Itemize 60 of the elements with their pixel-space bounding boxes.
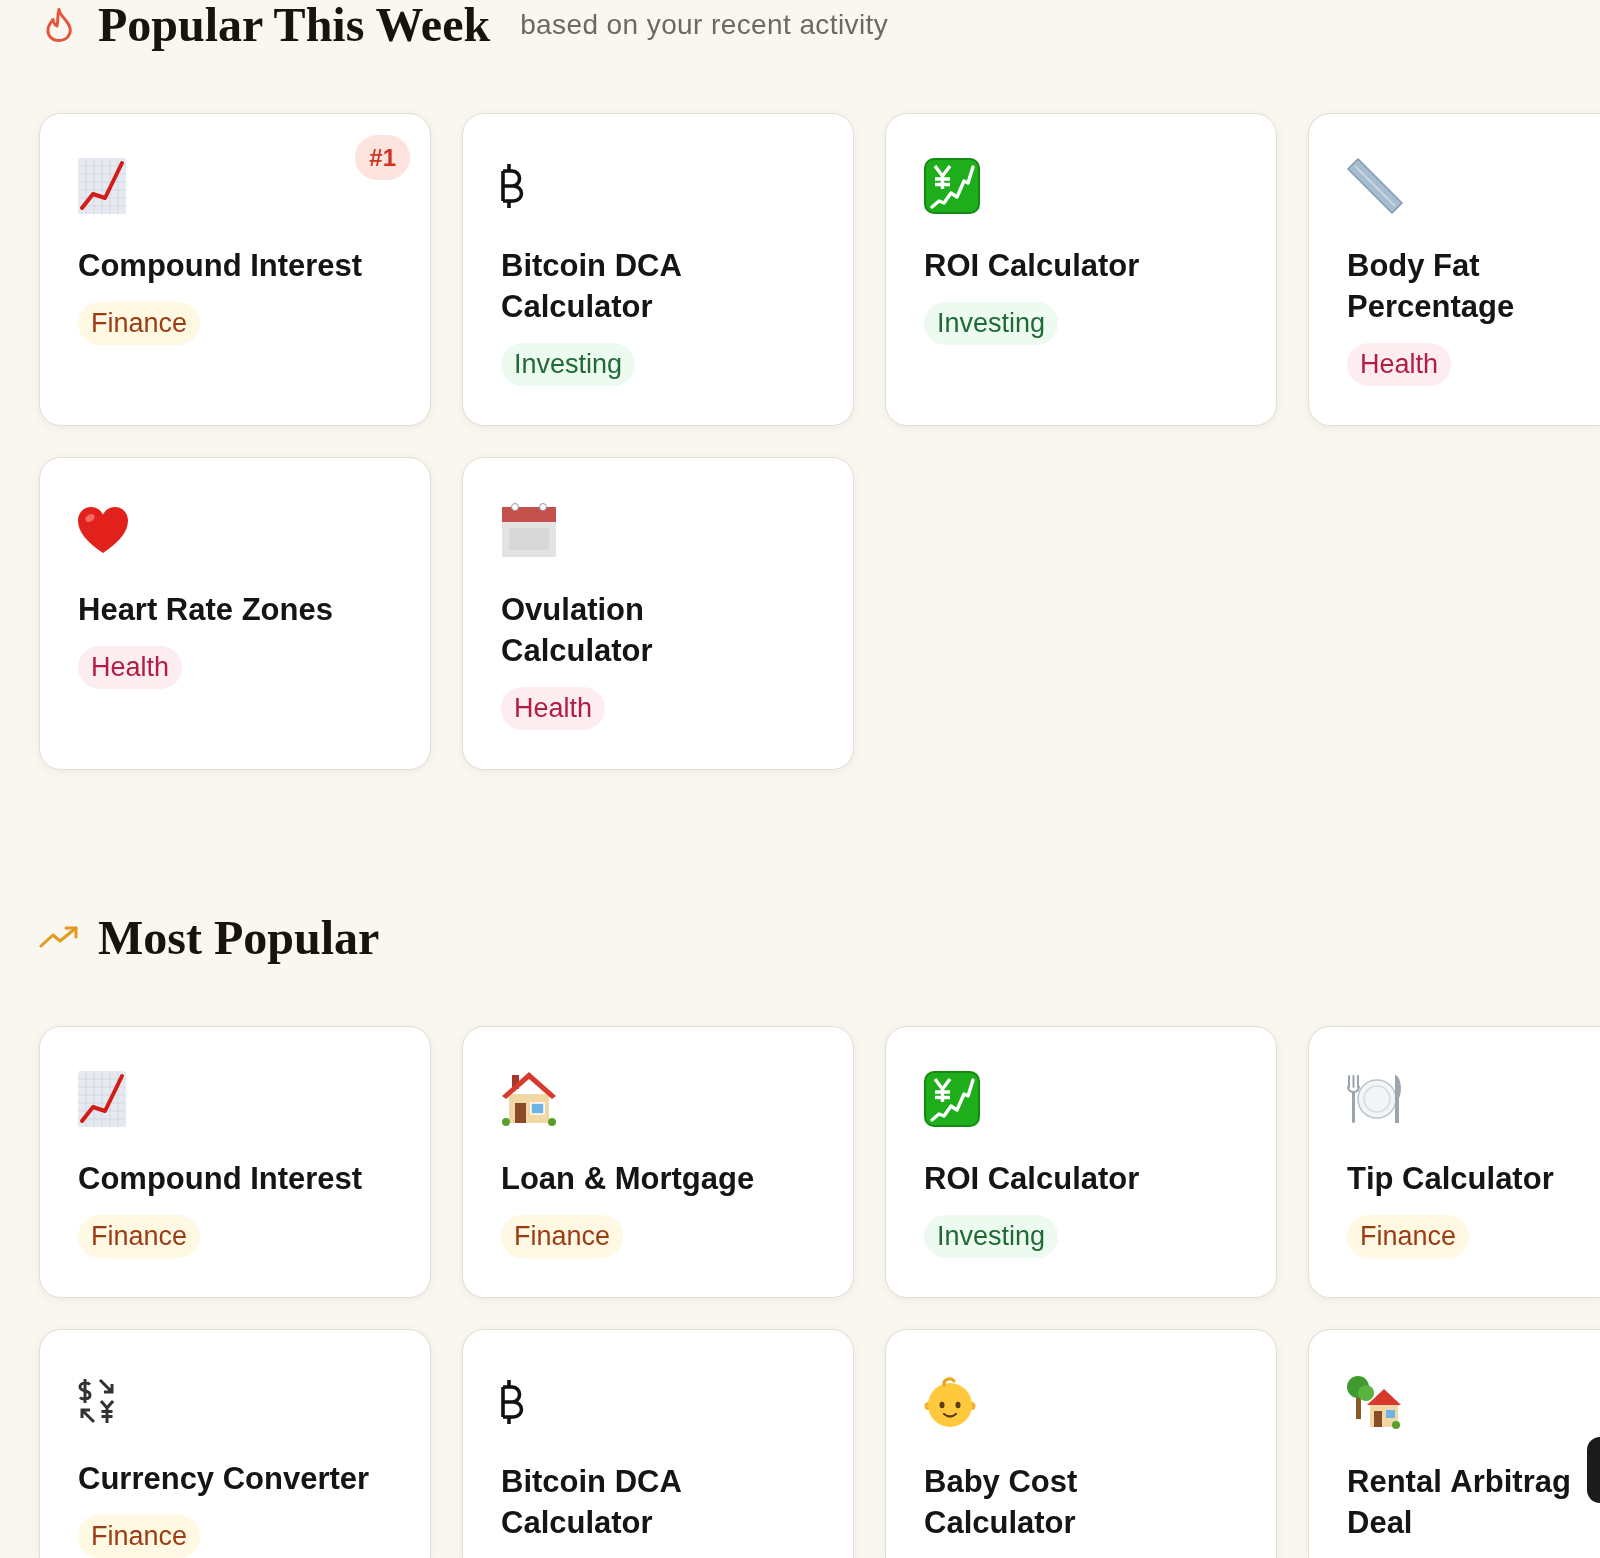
category-tag: Health (501, 687, 606, 730)
category-tag: Health (1347, 343, 1452, 386)
bitcoin-symbol-icon (501, 1379, 524, 1425)
card-title: Compound Interest (78, 248, 363, 283)
heart-icon (78, 507, 128, 553)
card-title: Rental Arbitrag Deal (1347, 1464, 1571, 1540)
flame-icon (46, 7, 72, 42)
calculator-card[interactable]: ROI Calculator Investing (885, 1026, 1277, 1298)
calculator-card[interactable]: Bitcoin DCA Calculator (462, 1329, 854, 1558)
section-heading: Popular This Week (98, 0, 491, 51)
card-title: Heart Rate Zones (78, 592, 333, 627)
card-title: Tip Calculator (1347, 1161, 1554, 1196)
category-tag: Finance (1347, 1215, 1470, 1258)
trending-up-icon (39, 926, 79, 949)
category-tag: Investing (924, 1215, 1059, 1258)
calculator-card[interactable]: Heart Rate Zones Health (39, 457, 431, 770)
card-title: Ovulation Calculator (501, 592, 653, 668)
card-title: Bitcoin DCA Calculator (501, 1464, 682, 1540)
calculator-card[interactable]: Compound Interest Finance #1 (39, 113, 431, 426)
calendar-icon (501, 502, 557, 558)
category-tag: Finance (78, 302, 201, 345)
rank-badge: #1 (355, 135, 410, 180)
floating-round-button[interactable] (1587, 1437, 1600, 1503)
calculator-card[interactable]: Ovulation Calculator Health (462, 457, 854, 770)
card-title: Baby Cost Calculator (924, 1464, 1078, 1540)
section-heading: Most Popular (98, 911, 380, 964)
calculator-card[interactable]: Body Fat Percentage Health (1308, 113, 1600, 426)
category-tag: Finance (78, 1215, 201, 1258)
card-title: ROI Calculator (924, 1161, 1140, 1196)
card-title: Compound Interest (78, 1161, 363, 1196)
ruler-icon (1347, 158, 1403, 214)
currency-exchange-icon (78, 1376, 114, 1425)
bitcoin-symbol-icon (501, 163, 524, 209)
rising-chart-icon (78, 1071, 126, 1127)
section-subtitle: based on your recent activity (520, 8, 889, 41)
calculator-card[interactable]: Loan & Mortgage Finance (462, 1026, 854, 1298)
plate-with-fork-and-knife-icon (1347, 1074, 1403, 1124)
card-title: ROI Calculator (924, 248, 1140, 283)
calculator-card[interactable]: Bitcoin DCA Calculator Investing (462, 113, 854, 426)
category-tag: Investing (924, 302, 1059, 345)
calculator-card[interactable]: ROI Calculator Investing (885, 113, 1277, 426)
house-icon (501, 1072, 557, 1126)
category-tag: Health (78, 646, 183, 689)
calculator-card[interactable]: Tip Calculator Finance (1308, 1026, 1600, 1298)
card-title: Currency Converter (78, 1461, 370, 1496)
calculator-card[interactable]: Compound Interest Finance (39, 1026, 431, 1298)
house-with-tree-icon (1347, 1375, 1402, 1429)
yen-chart-icon (924, 158, 980, 214)
card-title: Loan & Mortgage (501, 1161, 755, 1196)
category-tag: Finance (501, 1215, 624, 1258)
card-title: Body Fat Percentage (1347, 248, 1515, 324)
card-title: Bitcoin DCA Calculator (501, 248, 682, 324)
calculator-card[interactable]: Baby Cost Calculator (885, 1329, 1277, 1558)
yen-chart-icon (924, 1071, 980, 1127)
calculator-card[interactable]: Rental Arbitrag Deal (1308, 1329, 1600, 1558)
baby-icon (924, 1376, 976, 1428)
rising-chart-icon (78, 158, 126, 214)
category-tag: Finance (78, 1515, 201, 1558)
calculator-card[interactable]: Currency Converter Finance (39, 1329, 431, 1558)
category-tag: Investing (501, 343, 636, 386)
